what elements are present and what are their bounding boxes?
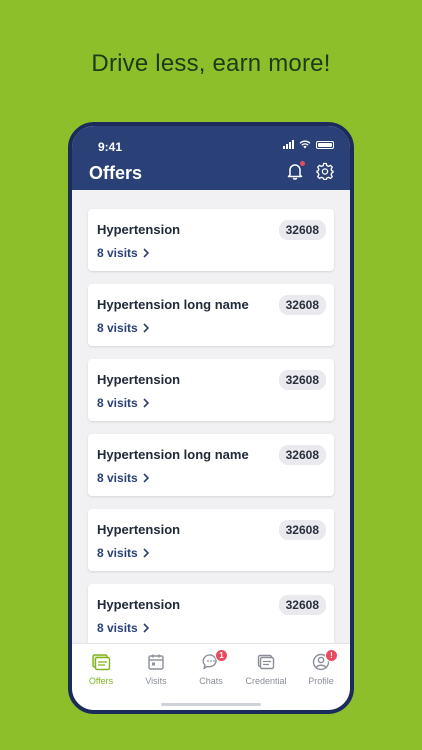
chevron-right-icon: [143, 473, 149, 483]
tab-credential[interactable]: Credential: [238, 652, 294, 686]
chevron-right-icon: [143, 623, 149, 633]
tab-chats[interactable]: 1 Chats: [183, 649, 239, 686]
offer-code-badge: 32608: [278, 220, 326, 240]
phone-frame: 9:41 Offers Hypertension 32608 8 visits …: [68, 122, 354, 714]
offer-code-badge: 32608: [278, 445, 326, 465]
bottom-tab-bar: Offers Visits 1 Chats Credential ! Profi…: [72, 643, 350, 710]
offer-visits-link[interactable]: 8 visits: [97, 621, 150, 635]
battery-icon: [316, 140, 334, 149]
offer-visits-link[interactable]: 8 visits: [97, 321, 150, 335]
status-icons: [283, 140, 334, 149]
chevron-right-icon: [143, 548, 149, 558]
offer-code-badge: 32608: [278, 595, 326, 615]
offer-card[interactable]: Hypertension long name 32608 8 visits: [88, 434, 334, 496]
tab-label: Chats: [199, 676, 223, 686]
offer-code-badge: 32608: [278, 520, 326, 540]
chats-badge: 1: [215, 649, 228, 662]
tab-visits[interactable]: Visits: [128, 652, 184, 686]
offer-visits-link[interactable]: 8 visits: [97, 396, 150, 410]
offer-visits-label: 8 visits: [97, 246, 138, 260]
tab-label: Profile: [308, 676, 334, 686]
notification-dot: [300, 161, 305, 166]
offer-name: Hypertension long name: [97, 447, 249, 462]
offers-list[interactable]: Hypertension 32608 8 visits Hypertension…: [72, 190, 350, 648]
offer-visits-label: 8 visits: [97, 621, 138, 635]
calendar-icon: [148, 654, 164, 670]
gear-icon[interactable]: [316, 162, 334, 180]
offer-name: Hypertension: [97, 372, 181, 387]
offer-card[interactable]: Hypertension 32608 8 visits: [88, 509, 334, 571]
offer-name: Hypertension long name: [97, 297, 249, 312]
offer-name: Hypertension: [97, 597, 181, 612]
offer-visits-link[interactable]: 8 visits: [97, 246, 150, 260]
offer-card[interactable]: Hypertension 32608 8 visits: [88, 584, 334, 646]
tab-profile[interactable]: ! Profile: [293, 649, 349, 686]
credential-icon: [257, 654, 275, 670]
offer-card[interactable]: Hypertension 32608 8 visits: [88, 209, 334, 271]
offer-visits-label: 8 visits: [97, 546, 138, 560]
wifi-icon: [299, 140, 311, 149]
offer-code-badge: 32608: [278, 295, 326, 315]
offer-card[interactable]: Hypertension long name 32608 8 visits: [88, 284, 334, 346]
offer-visits-label: 8 visits: [97, 396, 138, 410]
offer-visits-link[interactable]: 8 visits: [97, 471, 150, 485]
offer-name: Hypertension: [97, 222, 181, 237]
tab-label: Visits: [145, 676, 167, 686]
offer-card[interactable]: Hypertension 32608 8 visits: [88, 359, 334, 421]
tab-offers[interactable]: Offers: [73, 652, 129, 686]
tab-label: Offers: [88, 676, 114, 686]
offers-icon: [92, 654, 111, 671]
headline: Drive less, earn more!: [91, 50, 331, 77]
page-title: Offers: [89, 163, 143, 183]
offer-visits-label: 8 visits: [97, 471, 138, 485]
app-header: 9:41 Offers: [72, 126, 350, 190]
offer-name: Hypertension: [97, 522, 181, 537]
offer-visits-link[interactable]: 8 visits: [97, 546, 150, 560]
chevron-right-icon: [143, 398, 149, 408]
status-time: 9:41: [98, 140, 123, 154]
home-indicator: [161, 703, 261, 706]
chevron-right-icon: [143, 323, 149, 333]
profile-badge: !: [325, 649, 338, 662]
chevron-right-icon: [143, 248, 149, 258]
signal-icon: [283, 140, 294, 149]
offer-visits-label: 8 visits: [97, 321, 138, 335]
offer-code-badge: 32608: [278, 370, 326, 390]
screenshot: Drive less, earn more! 9:41 Offers Hyper…: [0, 0, 422, 750]
tab-label: Credential: [245, 676, 287, 686]
